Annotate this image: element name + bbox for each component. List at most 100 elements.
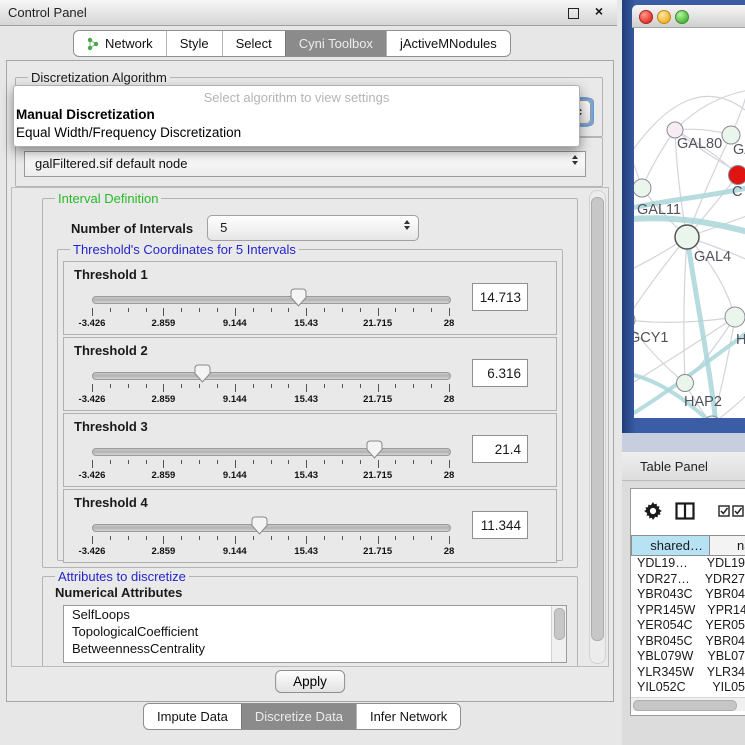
slider-track[interactable] (92, 296, 451, 304)
tab-discretize-data[interactable]: Discretize Data (241, 704, 356, 729)
float-window-icon[interactable] (568, 8, 579, 19)
list-scrollbar[interactable] (551, 606, 566, 662)
mac-close-icon[interactable] (639, 10, 653, 24)
table-row[interactable]: YER054C YER05 (631, 618, 745, 634)
slider-tick (395, 460, 396, 464)
scrollbar-thumb[interactable] (554, 608, 565, 640)
network-node[interactable] (729, 166, 745, 185)
table-row[interactable]: YDL19… YDL19 (631, 556, 745, 572)
table-row[interactable]: YBR043C YBR04 (631, 587, 745, 603)
popup-placeholder: Select algorithm to view settings (14, 90, 579, 105)
tab-network[interactable]: Network (74, 31, 166, 56)
slider-tick (110, 308, 111, 312)
slider-tick (128, 536, 129, 540)
network-node[interactable] (634, 179, 651, 197)
network-edge[interactable] (731, 58, 745, 135)
threshold-slider[interactable]: -3.4262.8599.14415.4321.71528 (64, 438, 464, 484)
slider-tick (360, 384, 361, 388)
cell-name: YLR34 (695, 665, 745, 681)
table-horizontal-scrollbar[interactable] (631, 697, 745, 711)
tab-impute-data-label: Impute Data (157, 704, 228, 729)
scrollbar-thumb[interactable] (633, 700, 737, 711)
table-row[interactable]: YLR345W YLR34 (631, 665, 745, 681)
table-row[interactable]: YDR27… YDR27 (631, 572, 745, 588)
slider-tick (324, 460, 325, 464)
slider-thumb[interactable] (251, 516, 268, 535)
apply-button[interactable]: Apply (275, 670, 345, 693)
network-node[interactable] (634, 311, 635, 329)
network-edge[interactable] (684, 237, 687, 383)
table-row[interactable]: YBL079W YBL07 (631, 649, 745, 665)
scrollbar-thumb[interactable] (591, 197, 604, 641)
cell-name: YDR27 (693, 572, 745, 588)
cyni-toolbox-panel: Discretization Algorithm Select algorith… (6, 60, 614, 702)
threshold-slider[interactable]: -3.4262.8599.14415.4321.71528 (64, 362, 464, 408)
slider-track[interactable] (92, 448, 451, 456)
close-icon[interactable]: × (595, 3, 603, 19)
numerical-attributes-list[interactable]: SelfLoops TopologicalCoefficient Between… (63, 605, 567, 663)
cell-name: YBL07 (695, 649, 745, 665)
node-label: GAL80 (677, 136, 722, 152)
threshold-slider[interactable]: -3.4262.8599.14415.4321.71528 (64, 514, 464, 560)
slider-tick (110, 460, 111, 464)
threshold-panel: Threshold 1 -3.4262.8599.14415.4321.7152… (63, 261, 557, 335)
network-edge[interactable] (642, 130, 675, 188)
threshold-value-field[interactable]: 21.4 (472, 435, 528, 463)
slider-tick (181, 460, 182, 464)
network-node[interactable] (675, 225, 699, 249)
slider-tick (92, 536, 93, 544)
slider-tick (271, 384, 272, 388)
tab-jactivemnodules[interactable]: jActiveMNodules (386, 31, 510, 56)
slider-track[interactable] (92, 372, 451, 380)
slider-tick (306, 308, 307, 316)
checkbox-checked-icon[interactable] (718, 505, 730, 517)
threshold-panel: Threshold 4 -3.4262.8599.14415.4321.7152… (63, 489, 557, 563)
list-item[interactable]: TopologicalCoefficient (64, 623, 566, 640)
threshold-slider[interactable]: -3.4262.8599.14415.4321.71528 (64, 286, 464, 332)
tab-style[interactable]: Style (166, 31, 222, 56)
mac-minimize-icon[interactable] (657, 10, 671, 24)
table-data-combobox[interactable]: galFiltered.sif default node (24, 151, 586, 177)
slider-tick-label: 9.144 (223, 470, 247, 481)
slider-track[interactable] (92, 524, 451, 532)
column-header-name[interactable]: na (709, 535, 745, 556)
slider-thumb[interactable] (194, 364, 211, 383)
table-row[interactable]: YBR045C YBR04 (631, 634, 745, 650)
gear-icon[interactable] (644, 502, 662, 520)
slider-tick-label: 15.43 (294, 546, 318, 557)
tab-select[interactable]: Select (222, 31, 285, 56)
column-layout-icon[interactable] (675, 502, 695, 520)
control-panel: Control Panel × Network Style Select Cyn… (0, 0, 617, 745)
network-edge[interactable] (634, 237, 687, 320)
slider-tick-label: -3.426 (79, 546, 106, 557)
slider-tick (449, 460, 450, 468)
option-manual-discretization[interactable]: Manual Discretization (16, 107, 155, 122)
tab-infer-network[interactable]: Infer Network (356, 704, 460, 729)
slider-thumb[interactable] (366, 440, 383, 459)
cell-shared-name: YIL052C (631, 680, 700, 696)
network-node[interactable] (677, 375, 694, 392)
tab-cyni-toolbox[interactable]: Cyni Toolbox (285, 31, 386, 56)
mac-zoom-icon[interactable] (675, 10, 689, 24)
tab-impute-data[interactable]: Impute Data (144, 704, 241, 729)
control-panel-titlebar: Control Panel × (0, 0, 617, 26)
network-node[interactable] (725, 307, 745, 327)
threshold-value-field[interactable]: 11.344 (472, 511, 528, 539)
option-equal-width-frequency[interactable]: Equal Width/Frequency Discretization (16, 125, 241, 140)
checkbox-checked-icon[interactable] (732, 505, 744, 517)
threshold-value-field[interactable]: 6.316 (472, 359, 528, 387)
network-canvas[interactable]: GAL80GALCGAL11GAL4GCY1HHAP2 (634, 28, 745, 418)
table-row[interactable]: YPR145W YPR14 (631, 603, 745, 619)
slider-tick-label: 28 (444, 470, 455, 481)
slider-tick-label: 15.43 (294, 318, 318, 329)
slider-tick (413, 536, 414, 540)
threshold-value-field[interactable]: 14.713 (472, 283, 528, 311)
column-header-shared-name[interactable]: shared… (631, 535, 710, 556)
list-item[interactable]: BetweennessCentrality (64, 640, 566, 657)
settings-scrollbar[interactable] (589, 190, 606, 664)
desktop-background (622, 433, 745, 452)
table-row[interactable]: YIL052C YIL05 (631, 680, 745, 696)
number-of-intervals-combobox[interactable]: 5 (207, 215, 419, 241)
slider-thumb[interactable] (290, 288, 307, 307)
list-item[interactable]: SelfLoops (64, 606, 566, 623)
